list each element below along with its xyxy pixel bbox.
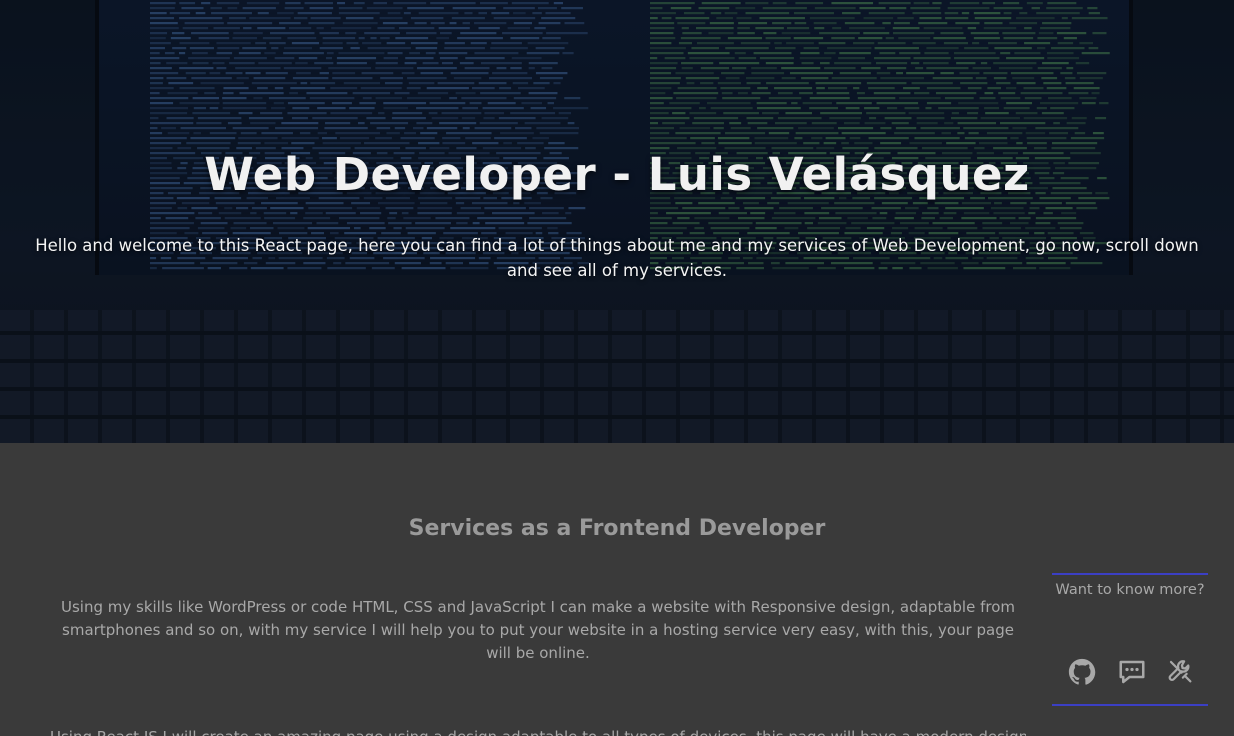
github-icon[interactable]	[1067, 657, 1097, 687]
services-section: Services as a Frontend Developer Using m…	[0, 443, 1234, 736]
hero-overlay	[0, 0, 1234, 443]
services-heading: Services as a Frontend Developer	[408, 516, 826, 541]
contact-icons	[1052, 657, 1208, 689]
hero-section: Web Developer - Luis Velásquez Hello and…	[0, 0, 1234, 443]
chat-icon[interactable]	[1117, 657, 1147, 687]
hero-intro-text: Hello and welcome to this React page, he…	[35, 236, 1199, 280]
page: Web Developer - Luis Velásquez Hello and…	[0, 0, 1234, 736]
page-title: Web Developer - Luis Velásquez	[204, 148, 1030, 201]
contact-box: Want to know more?	[1052, 573, 1208, 706]
services-paragraph-wordpress: Using my skills like WordPress or code H…	[61, 598, 1015, 662]
contact-label: Want to know more?	[1055, 582, 1205, 598]
tools-icon[interactable]	[1166, 657, 1196, 687]
services-paragraph-react: Using React JS I will create an amazing …	[50, 726, 1026, 736]
contact-divider-bottom	[1052, 704, 1208, 706]
contact-divider-top	[1052, 573, 1208, 575]
